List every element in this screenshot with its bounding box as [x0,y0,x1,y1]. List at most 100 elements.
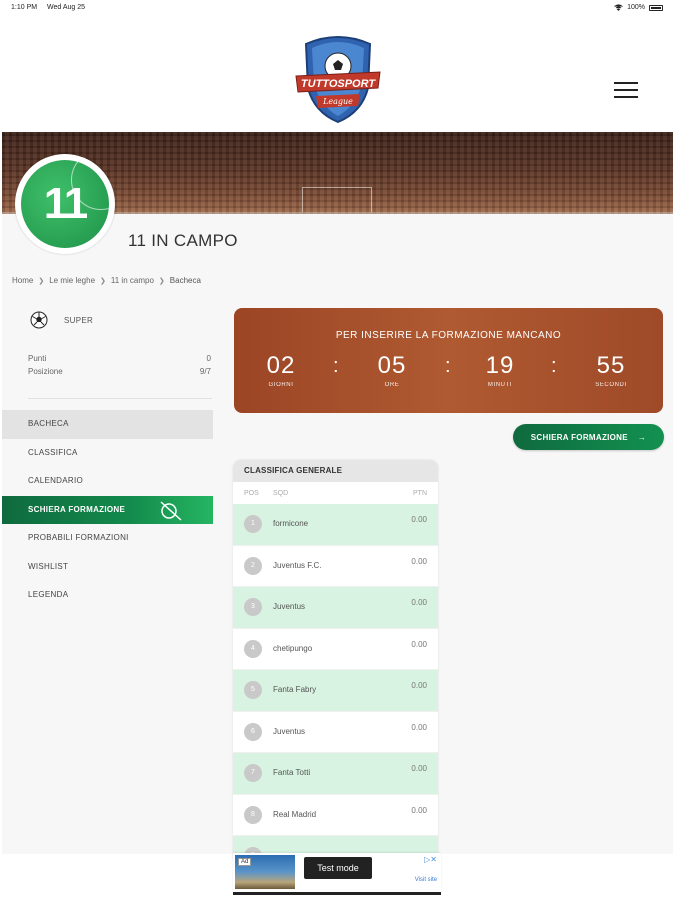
team-points: 0.00 [411,556,427,566]
standings-header: POS SQD PTN [233,482,438,504]
stat-label: Punti [28,354,47,363]
team-name: SUPER [64,315,94,325]
hamburger-menu-icon[interactable] [614,82,638,100]
countdown-label: ORE [384,382,400,388]
whistle-icon [160,500,182,521]
ad-image[interactable]: Ad [235,855,295,889]
position-badge: 6 [244,722,262,741]
schiera-formazione-button[interactable]: SCHIERA FORMAZIONE → [513,424,664,450]
app-header: TUTTOSPORT League [0,16,675,134]
arrow-right-icon: → [637,432,647,442]
countdown-separator: : [333,355,339,377]
team-name: Juventus F.C. [273,560,322,570]
countdown-panel: PER INSERIRE LA FORMAZIONE MANCANO 02 GI… [234,308,663,413]
status-time: 1:10 PM [11,4,38,11]
stat-label: Posizione [28,367,63,376]
menu-item-legenda[interactable]: LEGENDA [2,581,213,610]
table-row[interactable]: 7 Fanta Totti 0.00 [233,753,438,795]
countdown-hours: 05 ORE [357,352,427,388]
breadcrumb-my-leagues[interactable]: Le mie leghe [49,276,95,285]
team-points: 0.00 [411,598,427,607]
countdown-minutes: 19 MINUTI [465,352,535,388]
countdown-value: 02 [266,352,296,379]
logo-text-bottom: League [322,97,353,106]
ad-badge: Ad [238,858,252,866]
menu-item-wishlist[interactable]: WISHLIST [2,553,213,582]
ad-choices-icon[interactable]: ▷✕ [424,855,437,864]
team-name: Juventus [273,726,306,736]
position-badge: 2 [244,556,262,575]
menu-item-probabili-formazioni[interactable]: PROBABILI FORMAZIONI [2,524,213,553]
side-menu: BACHECA CLASSIFICA CALENDARIO SCHIERA FO… [2,410,213,610]
team-name: formicone [273,519,309,528]
team-name: chetipungo [273,643,313,653]
soccer-ball-icon [30,311,48,329]
breadcrumb-current: Bacheca [169,276,201,285]
stat-value: 0 [206,354,211,363]
breadcrumb-league[interactable]: 11 in campo [111,276,154,285]
countdown-label: GIORNI [268,382,294,388]
team-points: 0.00 [411,764,427,773]
ad-banner[interactable]: Ad Test mode ▷✕ Visit site [233,853,441,895]
position-badge: 8 [244,805,262,824]
schiera-button-label: SCHIERA FORMAZIONE [530,432,628,442]
league-badge: 11 [15,154,115,254]
countdown-label: MINUTI [487,382,513,388]
ad-test-mode-label: Test mode [304,857,372,879]
battery-icon [649,4,663,11]
position-badge: 4 [244,639,262,658]
menu-item-bacheca[interactable]: BACHECA [2,410,213,439]
table-row[interactable]: 6 Juventus 0.00 [233,712,438,753]
menu-item-label: SCHIERA FORMAZIONE [28,504,126,514]
header-pos: POS [244,489,259,497]
breadcrumb-home[interactable]: Home [12,276,33,285]
table-row[interactable]: 3 Juventus 0.00 [233,587,438,629]
table-row[interactable]: 1 formicone 0.00 [233,504,438,546]
team-info: SUPER [30,311,93,329]
ad-visit-link[interactable]: Visit site [415,877,437,883]
divider [28,398,212,399]
status-date: Wed Aug 25 [47,4,86,11]
team-points: 0.00 [411,639,427,649]
chevron-right-icon: ❯ [158,277,165,285]
team-points: 0.00 [411,805,427,815]
table-row[interactable]: 4 chetipungo 0.00 [233,629,438,670]
status-bar: 1:10 PM Wed Aug 25 100% [0,0,675,16]
stat-position: Posizione 9/7 [28,367,211,376]
header-ptn: PTN [413,489,427,497]
team-name: Juventus [273,602,306,611]
position-badge: 5 [244,681,262,699]
table-row[interactable]: 5 Fanta Fabry 0.00 [233,670,438,712]
standings-title: CLASSIFICA GENERALE [233,460,438,482]
chevron-right-icon: ❯ [100,277,106,285]
countdown-value: 05 [377,352,407,379]
tuttosport-league-logo[interactable]: TUTTOSPORT League [292,32,384,126]
table-row[interactable]: 2 Juventus F.C. 0.00 [233,546,438,587]
chevron-right-icon: ❯ [38,277,45,285]
logo-text-top: TUTTOSPORT [301,78,376,90]
countdown-label: SECONDI [595,382,627,388]
stat-value: 9/7 [199,367,211,376]
team-name: Fanta Fabry [273,685,317,694]
menu-item-calendario[interactable]: CALENDARIO [2,467,213,496]
menu-item-classifica[interactable]: CLASSIFICA [2,439,213,468]
league-title: 11 IN CAMPO [128,231,238,250]
countdown-value: 19 [485,352,515,379]
table-row[interactable]: 8 Real Madrid 0.00 [233,795,438,836]
team-points: 0.00 [411,722,427,732]
breadcrumb: Home ❯ Le mie leghe ❯ 11 in campo ❯ Bach… [12,276,201,285]
countdown-title: PER INSERIRE LA FORMAZIONE MANCANO [335,330,562,341]
battery-percent: 100% [627,4,645,11]
team-name: Fanta Totti [273,768,311,777]
menu-item-schiera-formazione[interactable]: SCHIERA FORMAZIONE [2,495,213,524]
header-sqd: SQD [273,489,289,497]
position-badge: 3 [244,598,262,616]
countdown-separator: : [551,355,557,377]
wifi-icon [614,4,623,11]
position-badge: 7 [244,764,262,782]
countdown-seconds: 55 SECONDI [576,352,646,388]
team-points: 0.00 [411,681,427,690]
team-points: 0.00 [411,515,427,524]
countdown-value: 55 [596,352,626,379]
position-badge: 1 [244,515,262,533]
